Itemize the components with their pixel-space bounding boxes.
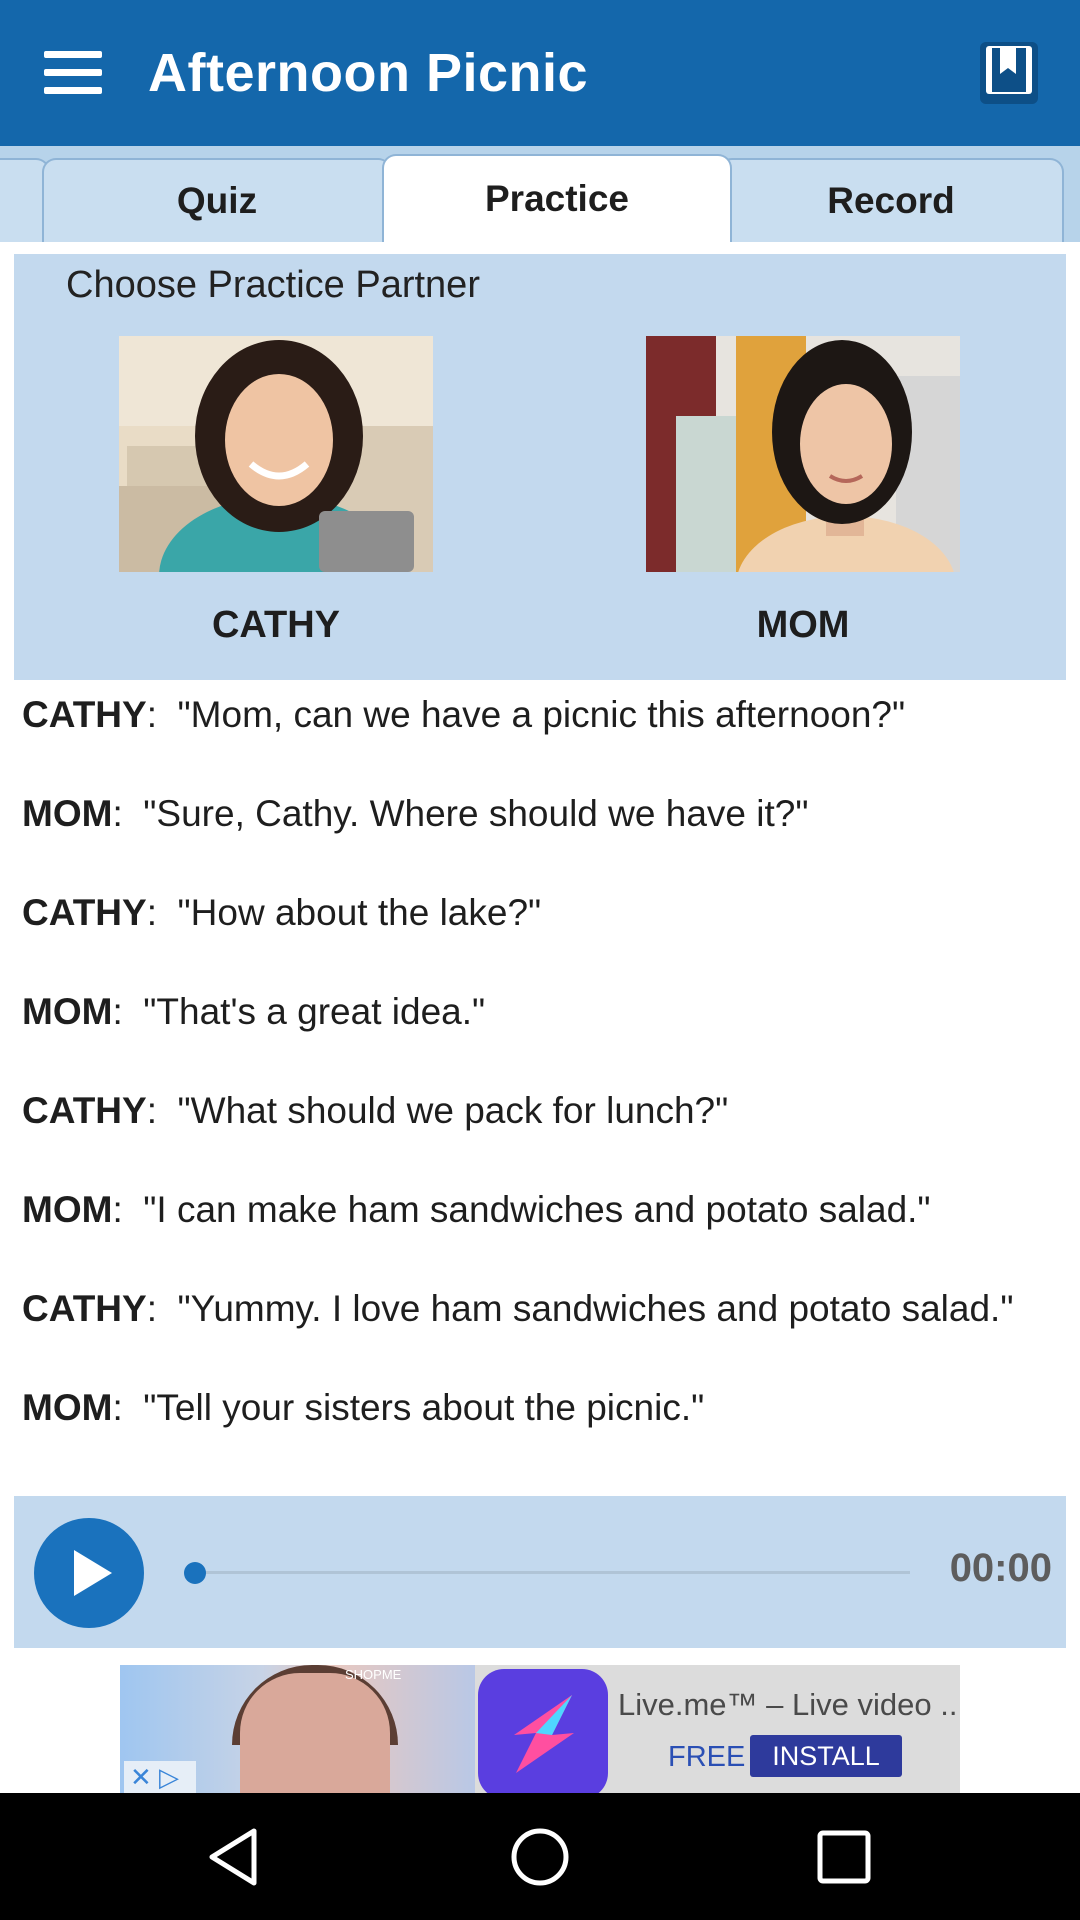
practice-partner-panel: Choose Practice Partner CATHY MOM: [14, 254, 1066, 680]
dialogue-line: CATHY: "What should we pack for lunch?": [22, 1090, 729, 1131]
audio-player: 00:00: [14, 1496, 1066, 1648]
system-nav-bar: [0, 1793, 1080, 1920]
speaker-name: CATHY: [22, 1288, 147, 1329]
speaker-name: CATHY: [22, 694, 147, 735]
ad-close-icon[interactable]: ✕ ▷: [124, 1761, 196, 1793]
ad-install-button[interactable]: INSTALL: [750, 1735, 902, 1777]
ad-banner[interactable]: SHOPME ✕ ▷ Live.me™ – Live video ... FRE…: [120, 1665, 960, 1793]
speaker-name: CATHY: [22, 892, 147, 933]
dialogue-text: "Mom, can we have a picnic this afternoo…: [177, 694, 906, 735]
bookmark-book-icon[interactable]: [974, 38, 1042, 108]
speaker-name: CATHY: [22, 1090, 147, 1131]
partner-mom[interactable]: MOM: [646, 336, 960, 647]
seek-thumb[interactable]: [184, 1562, 206, 1584]
dialogue-text: "What should we pack for lunch?": [177, 1090, 729, 1131]
tab-quiz-label: Quiz: [176, 180, 258, 221]
partner-name-mom: MOM: [756, 604, 850, 646]
page-title: Afternoon Picnic: [148, 43, 589, 103]
dialogue-text: "Tell your sisters about the picnic.": [143, 1387, 705, 1428]
home-circle-icon[interactable]: [508, 1825, 572, 1889]
partner-cathy[interactable]: CATHY: [119, 336, 433, 647]
play-icon: [74, 1550, 112, 1596]
dialogue-line: CATHY: "Mom, can we have a picnic this a…: [22, 694, 906, 735]
recent-apps-square-icon[interactable]: [812, 1825, 876, 1889]
mom-photo[interactable]: [646, 336, 960, 572]
tab-practice-label: Practice: [485, 178, 629, 219]
dialogue-text: "That's a great idea.": [143, 991, 486, 1032]
tab-record[interactable]: Record: [718, 158, 1064, 242]
dialogue-line: CATHY: "Yummy. I love ham sandwiches and…: [22, 1288, 1014, 1329]
dialogue-text: "Yummy. I love ham sandwiches and potato…: [177, 1288, 1014, 1329]
dialogue-text: "I can make ham sandwiches and potato sa…: [143, 1189, 931, 1230]
speaker-name: MOM: [22, 1189, 113, 1230]
dialogue-line: CATHY: "How about the lake?": [22, 892, 542, 933]
ad-source-tag: SHOPME: [345, 1667, 402, 1682]
dialogue-line: MOM: "That's a great idea.": [22, 991, 486, 1032]
app-star-icon: [478, 1669, 608, 1793]
dialogue-script: CATHY: "Mom, can we have a picnic this a…: [22, 690, 1062, 1482]
playback-time: 00:00: [949, 1546, 1052, 1590]
dialogue-line: MOM: "Tell your sisters about the picnic…: [22, 1387, 705, 1428]
dialogue-line: MOM: "I can make ham sandwiches and pota…: [22, 1189, 931, 1230]
hamburger-menu-icon[interactable]: [40, 48, 106, 100]
play-button[interactable]: [34, 1518, 144, 1628]
speaker-name: MOM: [22, 991, 113, 1032]
dialogue-text: "Sure, Cathy. Where should we have it?": [143, 793, 809, 834]
partner-name-cathy: CATHY: [211, 604, 341, 646]
tab-record-label: Record: [827, 180, 955, 221]
speaker-name: MOM: [22, 793, 113, 834]
tab-bar: Quiz Practice Record: [0, 146, 1080, 242]
app-bar: Afternoon Picnic: [0, 0, 1080, 146]
ad-price: FREE: [668, 1741, 746, 1773]
panel-title: Choose Practice Partner: [66, 264, 480, 306]
tab-quiz[interactable]: Quiz: [42, 158, 392, 242]
ad-title: Live.me™ – Live video ...: [618, 1687, 960, 1722]
dialogue-text: "How about the lake?": [177, 892, 542, 933]
seek-bar[interactable]: [196, 1571, 910, 1574]
speaker-name: MOM: [22, 1387, 113, 1428]
tab-practice[interactable]: Practice: [382, 154, 732, 242]
cathy-photo[interactable]: [119, 336, 433, 572]
dialogue-line: MOM: "Sure, Cathy. Where should we have …: [22, 793, 809, 834]
back-triangle-icon[interactable]: [204, 1825, 268, 1889]
